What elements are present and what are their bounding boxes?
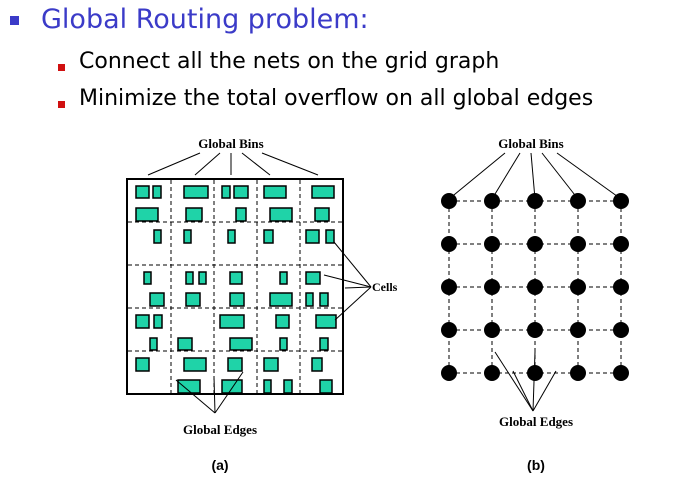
cell (149, 337, 158, 351)
cell (177, 337, 193, 351)
cell (279, 337, 288, 351)
cell (263, 185, 287, 199)
figure-a-global-bins-label: Global Bins (198, 136, 263, 151)
cell (233, 185, 249, 199)
global-bin-node (441, 279, 457, 295)
global-bin-node (441, 236, 457, 252)
cell (229, 292, 245, 307)
global-bin-node (527, 236, 543, 252)
cell (311, 185, 335, 199)
cell (269, 292, 293, 307)
cell (198, 271, 207, 285)
figure-a-caption: (a) (211, 457, 228, 473)
figure-b-caption: (b) (527, 457, 545, 473)
cell (279, 271, 288, 285)
cell (263, 357, 279, 372)
cell (183, 185, 209, 199)
cell (185, 207, 203, 222)
cell (314, 207, 330, 222)
figure-b-global-bins-label: Global Bins (498, 136, 563, 151)
global-bin-node (570, 193, 586, 209)
cell (319, 379, 333, 394)
global-bin-node (613, 193, 629, 209)
global-bin-node (441, 365, 457, 381)
figure-a-bin-pointers (147, 152, 319, 176)
cell (185, 292, 201, 307)
cell (229, 271, 243, 285)
cell (263, 229, 274, 244)
cell (135, 357, 150, 372)
figure-a-cells-label: Cells (372, 280, 398, 294)
global-bin-node (613, 279, 629, 295)
cell (325, 229, 335, 244)
cell (185, 271, 194, 285)
cell (135, 185, 150, 199)
cell (269, 207, 293, 222)
global-bin-node (527, 193, 543, 209)
global-bin-node (484, 236, 500, 252)
global-bin-node (484, 193, 500, 209)
figure-a: Global Bins Cells Global Edges (a) (126, 136, 398, 473)
global-bin-node (527, 279, 543, 295)
cell (152, 185, 162, 199)
cell (153, 314, 163, 329)
cell (221, 379, 243, 394)
cell (183, 229, 192, 244)
cell (149, 292, 165, 307)
cell (135, 207, 159, 222)
cell (183, 357, 207, 372)
cell (315, 314, 337, 329)
figure-b-bin-pointers (448, 152, 622, 200)
cell (305, 229, 320, 244)
global-bin-node (484, 365, 500, 381)
global-bin-node (441, 193, 457, 209)
global-bin-node (570, 279, 586, 295)
global-bin-node (613, 365, 629, 381)
global-bin-node (527, 322, 543, 338)
figure-a-cells (135, 185, 337, 394)
figure-b: Global Bins Global Edges (b) (441, 136, 629, 473)
figure-b-global-edges-label: Global Edges (499, 414, 573, 429)
routing-figures: Global Bins Cells Global Edges (a) Globa… (126, 136, 629, 473)
global-bin-node (613, 236, 629, 252)
cell (135, 314, 150, 329)
global-bin-node (570, 236, 586, 252)
cell (219, 314, 245, 329)
cell (319, 337, 329, 351)
cell (275, 314, 290, 329)
cell (143, 271, 152, 285)
cell (283, 379, 293, 394)
global-bin-node (484, 279, 500, 295)
figure-a-global-edges-label: Global Edges (183, 422, 257, 437)
global-bin-node (527, 365, 543, 381)
global-bin-node (441, 322, 457, 338)
cell (229, 337, 253, 351)
global-bin-node (570, 365, 586, 381)
cell (227, 229, 236, 244)
cell (305, 292, 314, 307)
cell (227, 357, 243, 372)
global-bin-node (484, 322, 500, 338)
cell (319, 292, 329, 307)
global-bin-node (613, 322, 629, 338)
cell (311, 357, 323, 372)
cell (235, 207, 247, 222)
global-bin-node (570, 322, 586, 338)
cell (153, 229, 162, 244)
figure-b-edge-pointers (494, 351, 557, 412)
cell (263, 379, 272, 394)
cell (221, 185, 231, 199)
cell (305, 271, 321, 285)
